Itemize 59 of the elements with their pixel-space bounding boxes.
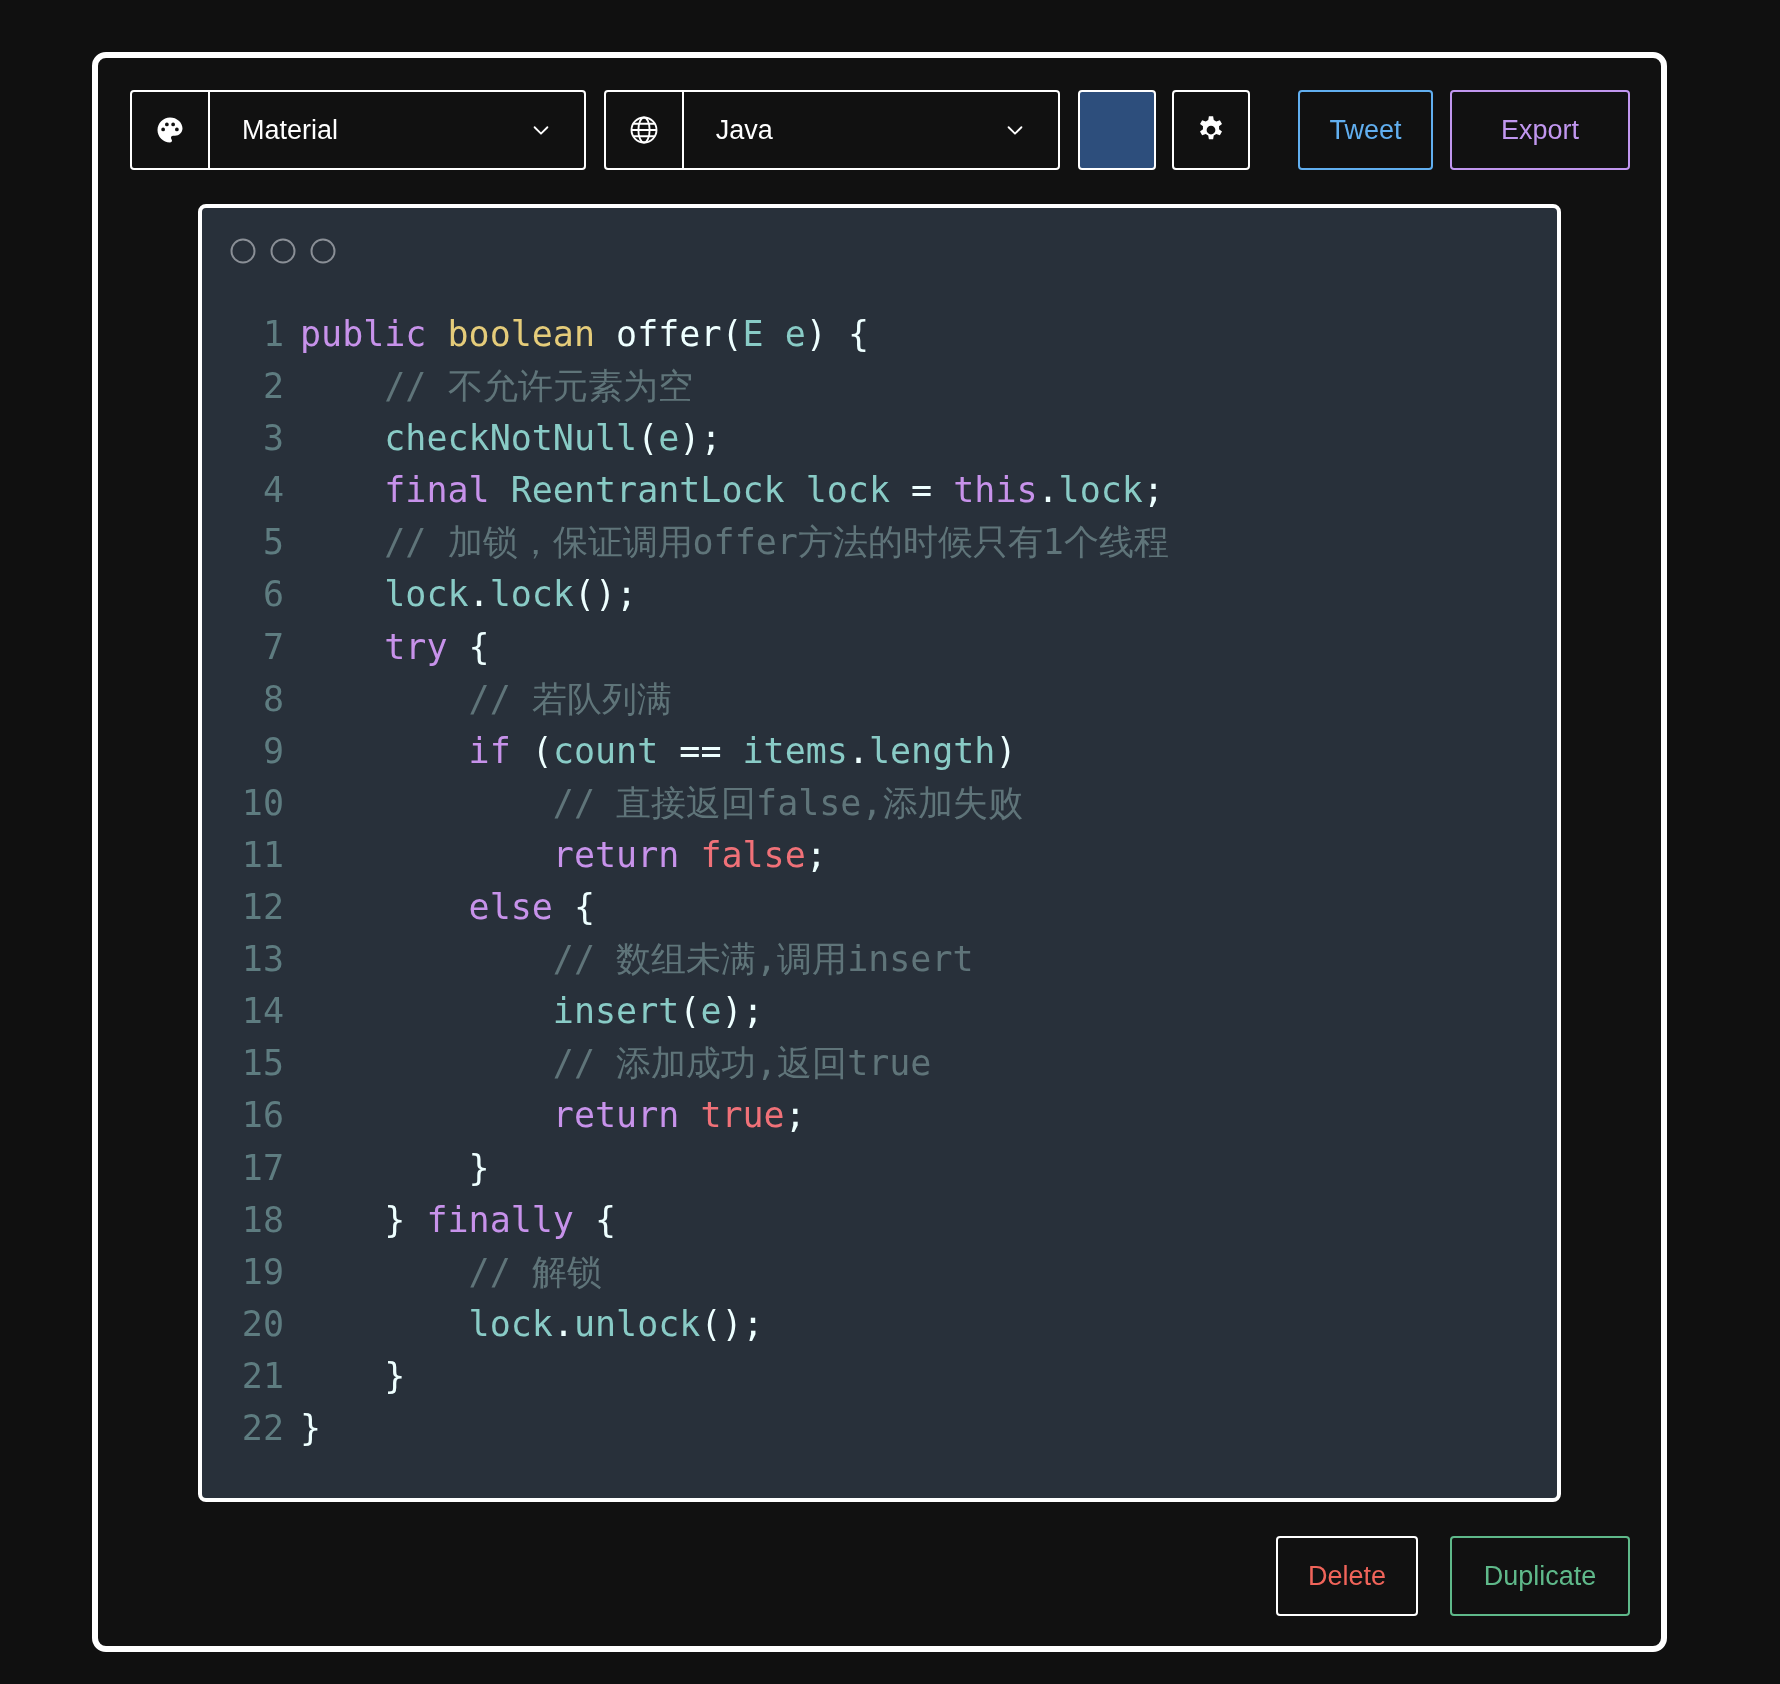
line-number: 19 — [240, 1250, 284, 1294]
line-number: 5 — [261, 521, 284, 565]
line-number: 10 — [240, 781, 284, 825]
line-number: 13 — [240, 938, 284, 982]
globe-icon — [628, 115, 659, 145]
line-number: 20 — [240, 1302, 284, 1346]
code-line: try { — [383, 625, 491, 669]
code-line: if (count == items.length) — [467, 729, 1018, 773]
color-swatch[interactable] — [1077, 90, 1156, 170]
line-number: 21 — [240, 1354, 284, 1398]
code-line: } — [383, 1354, 407, 1398]
code-line: // 加锁，保证调用offer方法的时候只有1个线程 — [383, 521, 1169, 565]
line-number: 22 — [240, 1406, 284, 1450]
code-line: public boolean offer(E e) { — [300, 313, 870, 356]
line-number: 4 — [261, 469, 284, 513]
line-number: 18 — [240, 1198, 284, 1242]
code-line: // 添加成功,返回true — [551, 1042, 933, 1086]
dropdown-icon-box[interactable] — [130, 90, 210, 170]
code-line: return false; — [551, 833, 828, 877]
line-number: 2 — [261, 365, 284, 409]
code-line: // 解锁 — [467, 1250, 603, 1294]
code-line: } — [467, 1146, 491, 1190]
window-dot-icon — [310, 238, 336, 264]
line-number: 17 — [240, 1146, 284, 1190]
code-line: // 若队列满 — [467, 677, 673, 721]
code-line: else { — [467, 886, 596, 930]
window-dot-icon — [270, 238, 296, 264]
dropdown-icon-box[interactable] — [603, 90, 684, 170]
code-line: checkNotNull(e); — [383, 417, 723, 461]
code-line: // 不允许元素为空 — [383, 365, 694, 409]
settings-button[interactable] — [1171, 90, 1251, 170]
dropdown[interactable]: Java — [683, 90, 1060, 170]
code-line: // 直接返回false,添加失败 — [551, 781, 1024, 825]
duplicate-button[interactable]: Duplicate — [1450, 1536, 1630, 1616]
tweet-button[interactable]: Tweet — [1297, 90, 1433, 170]
code-line: } — [300, 1406, 323, 1450]
palette-icon — [155, 115, 185, 145]
line-number: 15 — [240, 1042, 284, 1086]
code-line: insert(e); — [551, 990, 765, 1034]
dropdown[interactable]: Material — [210, 90, 586, 170]
line-number: 6 — [261, 573, 284, 617]
export-button[interactable]: Export — [1449, 90, 1630, 170]
code-line: // 数组未满,调用insert — [551, 938, 975, 982]
line-number: 1 — [261, 313, 284, 356]
code-line: lock.unlock(); — [467, 1302, 765, 1346]
line-number: 3 — [261, 417, 284, 461]
code-line: final ReentrantLock lock = this.lock; — [383, 469, 1165, 513]
code-line: } finally { — [383, 1198, 618, 1242]
line-number: 8 — [261, 677, 284, 721]
code-line: lock.lock(); — [383, 573, 639, 617]
delete-button[interactable]: Delete — [1276, 1536, 1418, 1616]
line-number: 9 — [261, 729, 284, 773]
line-number: 12 — [240, 886, 284, 930]
code-line: return true; — [551, 1094, 807, 1138]
window-dot-icon — [230, 238, 256, 264]
line-number: 16 — [240, 1094, 284, 1138]
line-number: 11 — [240, 833, 284, 877]
line-number: 14 — [240, 990, 284, 1034]
line-number: 7 — [261, 625, 284, 669]
